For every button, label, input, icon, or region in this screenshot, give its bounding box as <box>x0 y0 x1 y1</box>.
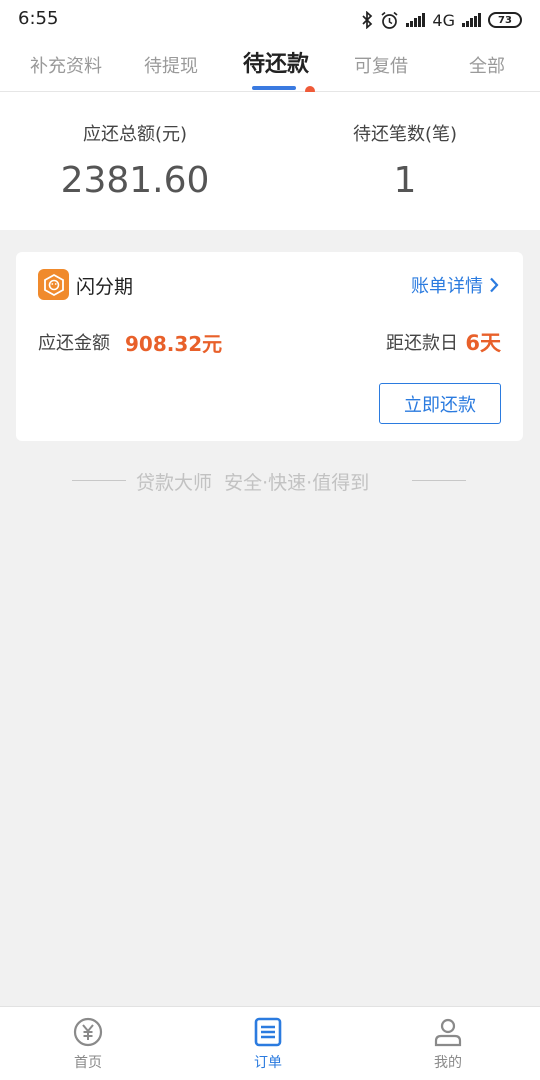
active-tab-indicator <box>252 86 296 90</box>
nav-home-label: 首页 <box>74 1055 102 1071</box>
lion-logo-icon <box>38 269 69 300</box>
nav-home[interactable]: 首页 <box>48 1015 128 1072</box>
signal-icon <box>462 13 481 27</box>
nav-orders-label: 订单 <box>254 1055 282 1071</box>
pending-count-block: 待还笔数(笔) 1 <box>285 120 525 201</box>
amount-due-label: 应还金额 <box>38 333 110 354</box>
order-status-tabs: 补充资料 待提现 待还款 可复借 全部 <box>0 40 540 96</box>
bottom-nav: 首页 订单 我的 <box>0 1006 540 1080</box>
nav-profile-label: 我的 <box>434 1055 462 1071</box>
tab-pending-withdrawal[interactable]: 待提现 <box>144 54 198 80</box>
total-due-label: 应还总额(元) <box>82 124 188 145</box>
user-icon <box>434 1018 462 1047</box>
status-time: 6:55 <box>18 8 59 29</box>
days-to-due-value: 6天 <box>465 331 501 355</box>
order-list-icon <box>254 1017 282 1047</box>
product-name: 闪分期 <box>76 276 134 298</box>
slogan-text: 贷款大师 安全·快速·值得到 <box>136 468 369 495</box>
repay-now-button[interactable]: 立即还款 <box>379 383 501 424</box>
signal-icon <box>406 13 426 27</box>
alarm-icon <box>381 11 398 29</box>
repayment-summary: 应还总额(元) 2381.60 待还笔数(笔) 1 <box>0 92 540 230</box>
status-icons: 4G 73 <box>361 9 522 31</box>
tab-pending-repayment[interactable]: 待还款 <box>243 52 309 78</box>
tab-reborrowable[interactable]: 可复借 <box>354 54 408 80</box>
slogan-brand: 贷款大师 <box>136 472 213 494</box>
bluetooth-icon <box>362 11 373 29</box>
bill-details-label: 账单详情 <box>411 276 483 297</box>
divider <box>412 480 466 481</box>
bill-details-link[interactable]: 账单详情 <box>411 272 499 298</box>
tab-all[interactable]: 全部 <box>469 54 505 80</box>
yuan-icon <box>73 1017 103 1047</box>
total-due-block: 应还总额(元) 2381.60 <box>15 120 255 201</box>
chevron-right-icon <box>490 277 499 293</box>
nav-orders[interactable]: 订单 <box>228 1015 308 1072</box>
slogan-tagline: 安全·快速·值得到 <box>224 472 370 494</box>
order-card: 闪分期 账单详情 应还金额 908.32元 距还款日 6天 立即还款 <box>16 252 523 441</box>
total-due-value: 2381.60 <box>60 160 210 201</box>
battery-icon: 73 <box>488 12 522 28</box>
status-bar: 6:55 4G 73 <box>0 0 540 40</box>
network-type: 4G <box>432 10 455 30</box>
tab-supplement-info[interactable]: 补充资料 <box>30 54 102 80</box>
amount-due-value: 908.32元 <box>125 332 223 356</box>
nav-profile[interactable]: 我的 <box>408 1015 488 1072</box>
pending-count-value: 1 <box>393 160 417 201</box>
days-to-due-label: 距还款日 <box>386 333 458 354</box>
pending-count-label: 待还笔数(笔) <box>352 124 458 145</box>
battery-level: 73 <box>498 14 512 26</box>
slogan: 贷款大师 安全·快速·值得到 <box>0 466 540 496</box>
divider <box>72 480 126 481</box>
